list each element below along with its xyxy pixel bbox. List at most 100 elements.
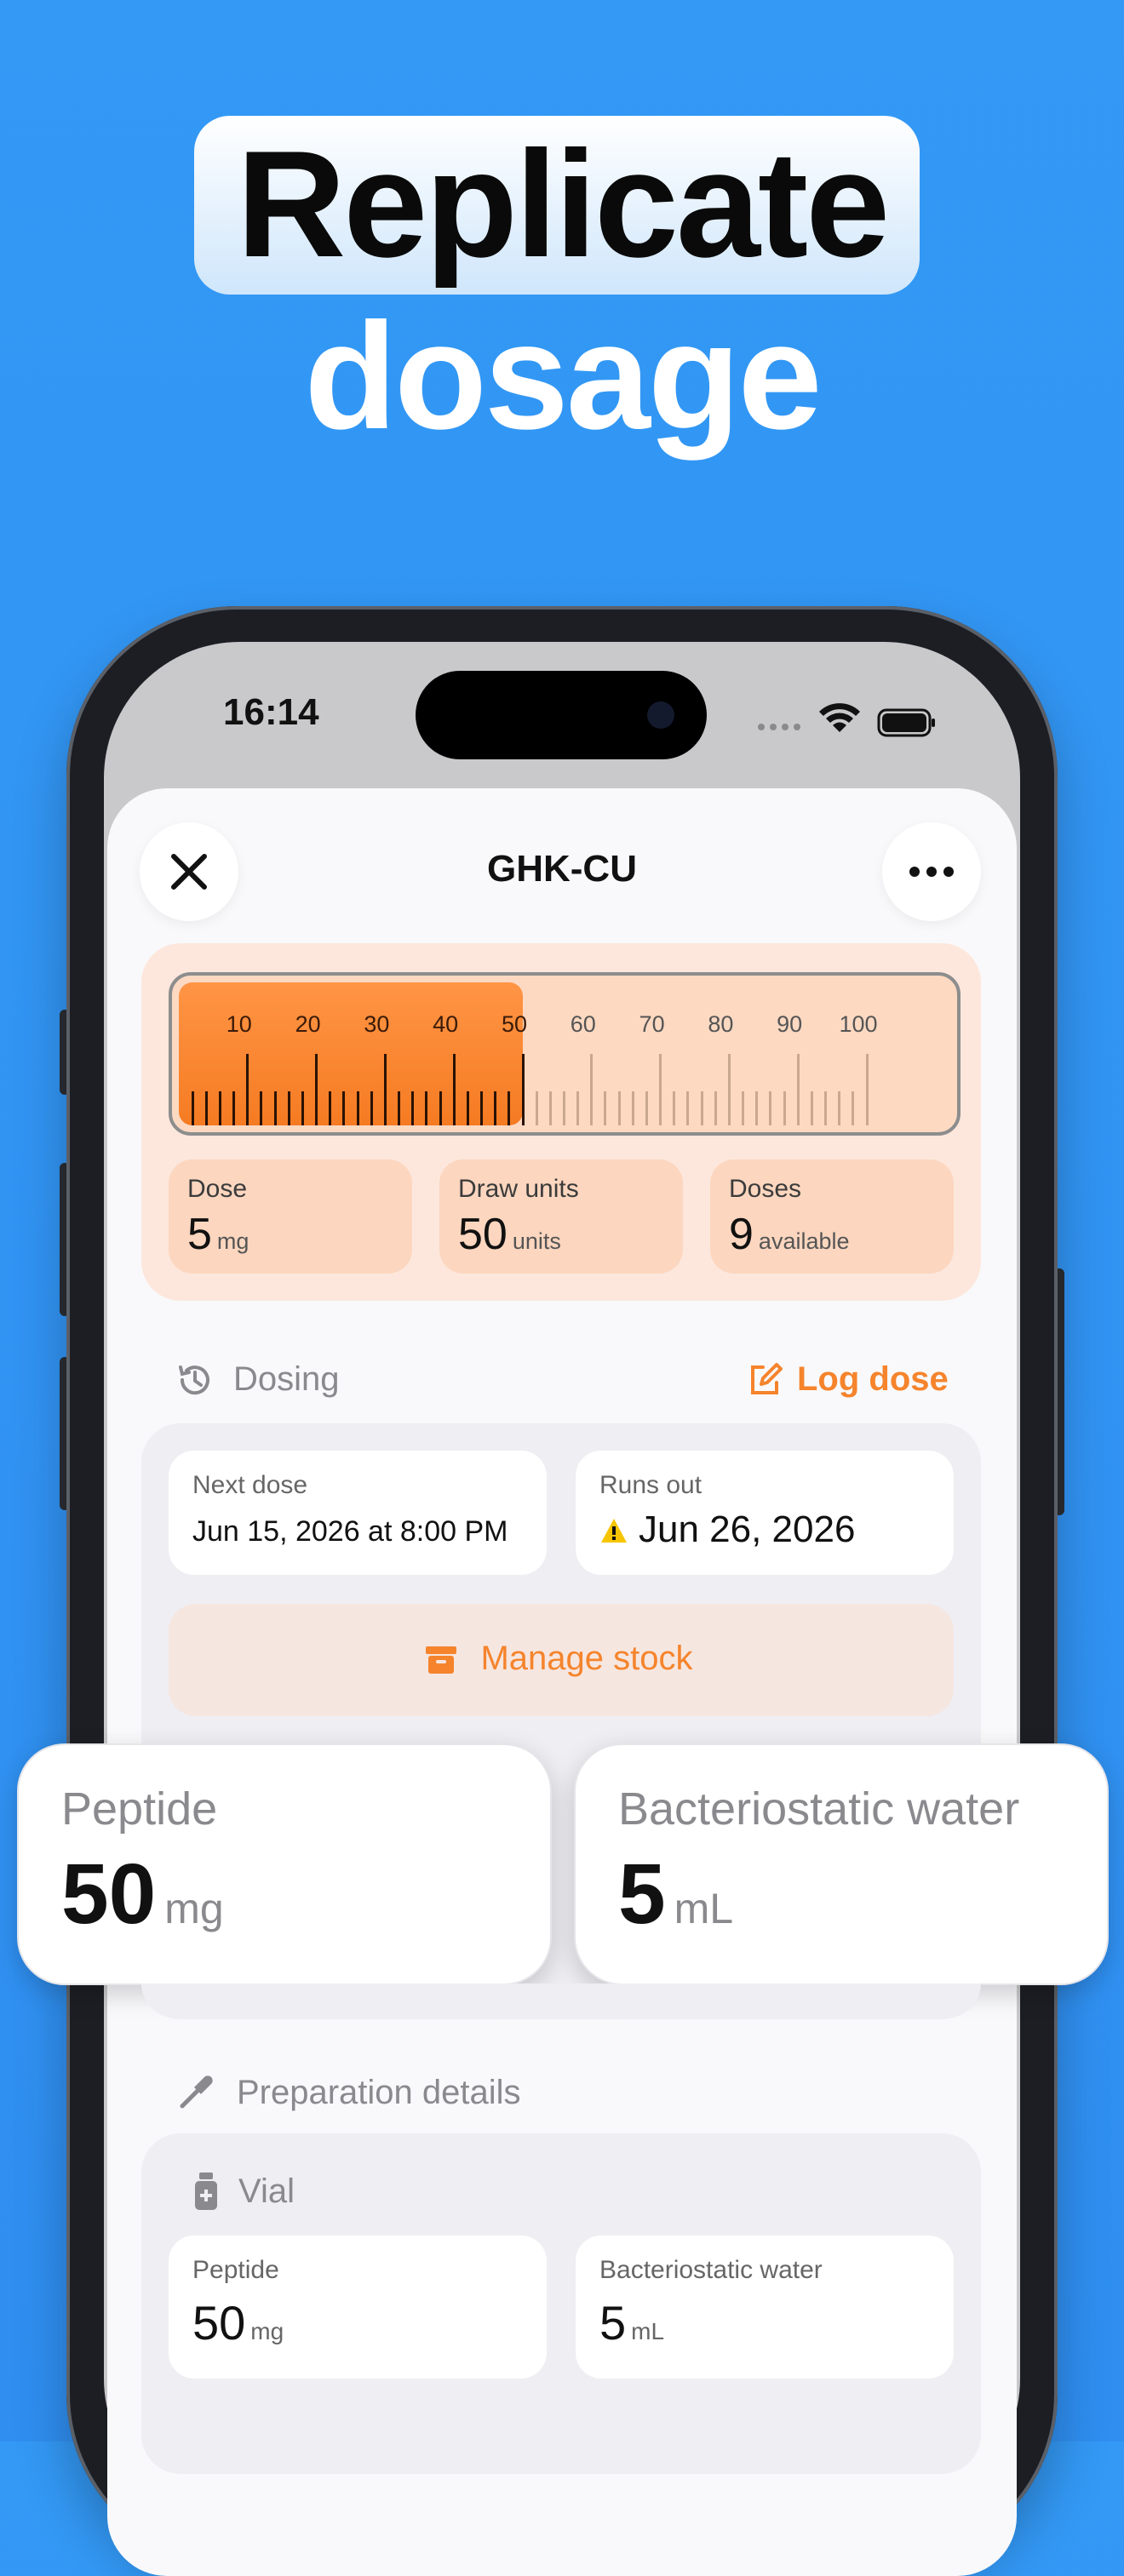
dosing-title: Dosing bbox=[233, 1360, 340, 1398]
syringe-tick bbox=[411, 1091, 415, 1125]
syringe-tick bbox=[398, 1091, 401, 1125]
syringe-tick bbox=[659, 1054, 662, 1125]
syringe-tick bbox=[452, 1054, 456, 1125]
syringe-tick bbox=[191, 1091, 194, 1125]
syringe-tick bbox=[246, 1054, 249, 1125]
warning-icon bbox=[601, 1519, 627, 1543]
next-dose-value: Jun 15, 2026 at 8:00 PM bbox=[192, 1515, 508, 1548]
more-button[interactable] bbox=[882, 822, 981, 921]
callout-value: 50 mg bbox=[61, 1846, 224, 1943]
callout-number: 5 bbox=[618, 1846, 666, 1942]
dynamic-island bbox=[416, 671, 707, 759]
syringe-tick bbox=[273, 1091, 277, 1125]
syringe-tick bbox=[783, 1091, 786, 1125]
syringe-tick bbox=[204, 1091, 208, 1125]
stat-unit: units bbox=[512, 1228, 561, 1254]
callout-value: 5 mL bbox=[618, 1846, 733, 1943]
syringe-tick bbox=[769, 1091, 772, 1125]
prep-label: Bacteriostatic water bbox=[599, 2256, 823, 2284]
vial-title: Vial bbox=[238, 2172, 295, 2210]
prep-water-box: Bacteriostatic water 5 mL bbox=[576, 2235, 954, 2379]
stat-value: 5 mg bbox=[187, 1209, 249, 1260]
prep-value: 5 mL bbox=[599, 2295, 664, 2350]
syringe-tick bbox=[383, 1054, 387, 1125]
syringe-tick bbox=[370, 1091, 373, 1125]
syringe-tick-label: 40 bbox=[433, 1011, 459, 1037]
syringe-tick bbox=[852, 1091, 855, 1125]
syringe-tick bbox=[329, 1091, 332, 1125]
syringe-tick bbox=[700, 1091, 703, 1125]
syringe-tick bbox=[865, 1054, 869, 1125]
stat-number: 50 bbox=[458, 1210, 508, 1259]
syringe-tick bbox=[673, 1091, 676, 1125]
peptide-callout: Peptide 50 mg bbox=[17, 1743, 552, 1985]
preparation-title: Preparation details bbox=[237, 2074, 521, 2111]
syringe-tick-label: 20 bbox=[295, 1011, 321, 1037]
syringe-fill bbox=[179, 982, 523, 1125]
headline-line2: dosage bbox=[304, 291, 822, 461]
syringe-tick bbox=[480, 1091, 484, 1125]
syringe-tick bbox=[301, 1091, 304, 1125]
log-dose-button[interactable]: Log dose bbox=[797, 1360, 949, 1399]
syringe-tick bbox=[218, 1091, 221, 1125]
status-time: 16:14 bbox=[223, 691, 319, 733]
stat-dose: Dose 5 mg bbox=[169, 1159, 412, 1274]
stat-value: 9 available bbox=[729, 1209, 850, 1260]
prep-value: 50 mg bbox=[192, 2295, 284, 2350]
syringe-tick bbox=[425, 1091, 428, 1125]
syringe-gauge[interactable]: 10 20 30 40 50 60 70 80 90 100 bbox=[169, 972, 961, 1136]
stat-unit: mg bbox=[216, 1228, 249, 1254]
syringe-tick bbox=[742, 1091, 745, 1125]
prep-number: 50 bbox=[192, 2296, 246, 2350]
stat-label: Doses bbox=[729, 1175, 802, 1203]
runs-out-value: Jun 26, 2026 bbox=[639, 1508, 856, 1550]
syringe-tick bbox=[810, 1091, 813, 1125]
syringe-tick-label: 50 bbox=[501, 1011, 528, 1037]
signal-dots-icon bbox=[758, 724, 800, 730]
syringe-tick bbox=[232, 1091, 236, 1125]
prep-unit: mL bbox=[631, 2318, 665, 2344]
syringe-tick bbox=[439, 1091, 442, 1125]
syringe-tick bbox=[494, 1091, 497, 1125]
stat-number: 9 bbox=[729, 1210, 754, 1259]
stat-number: 5 bbox=[187, 1210, 212, 1259]
syringe-tick bbox=[562, 1091, 565, 1125]
stat-value: 50 units bbox=[458, 1209, 561, 1260]
history-icon bbox=[179, 1365, 209, 1395]
syringe-tick-label: 100 bbox=[839, 1011, 878, 1037]
syringe-tick bbox=[604, 1091, 607, 1125]
stat-doses: Doses 9 available bbox=[710, 1159, 954, 1274]
prep-peptide-box: Peptide 50 mg bbox=[169, 2235, 547, 2379]
syringe-tick bbox=[686, 1091, 690, 1125]
stat-draw-units: Draw units 50 units bbox=[439, 1159, 683, 1274]
callout-label: Bacteriostatic water bbox=[618, 1783, 1020, 1835]
stat-label: Dose bbox=[187, 1175, 248, 1203]
prep-number: 5 bbox=[599, 2296, 627, 2350]
callout-unit: mL bbox=[674, 1885, 734, 1932]
syringe-tick bbox=[260, 1091, 263, 1125]
syringe-tick-label: 60 bbox=[570, 1011, 596, 1037]
syringe-tick bbox=[796, 1054, 800, 1125]
syringe-tick bbox=[645, 1091, 648, 1125]
runs-out-label: Runs out bbox=[599, 1471, 702, 1499]
syringe-tick bbox=[727, 1054, 731, 1125]
syringe-tick bbox=[548, 1091, 552, 1125]
battery-icon bbox=[877, 708, 935, 737]
syringe-tick-label: 70 bbox=[639, 1011, 665, 1037]
stat-unit: available bbox=[758, 1228, 850, 1254]
syringe-tick-label: 30 bbox=[364, 1011, 390, 1037]
syringe-tick-label: 90 bbox=[777, 1011, 803, 1037]
syringe-tick bbox=[287, 1091, 290, 1125]
syringe-tick bbox=[535, 1091, 538, 1125]
syringe-tick bbox=[631, 1091, 634, 1125]
edit-icon bbox=[751, 1363, 783, 1394]
syringe-tick bbox=[315, 1054, 318, 1125]
syringe-tick bbox=[466, 1091, 469, 1125]
syringe-tick-label: 10 bbox=[226, 1011, 252, 1037]
runs-out-box: Runs out Jun 26, 2026 bbox=[576, 1451, 954, 1575]
syringe-tick bbox=[838, 1091, 841, 1125]
manage-stock-button[interactable]: Manage stock bbox=[169, 1604, 954, 1716]
callout-label: Peptide bbox=[61, 1783, 218, 1835]
wifi-icon bbox=[819, 703, 860, 732]
more-icon bbox=[909, 867, 954, 877]
